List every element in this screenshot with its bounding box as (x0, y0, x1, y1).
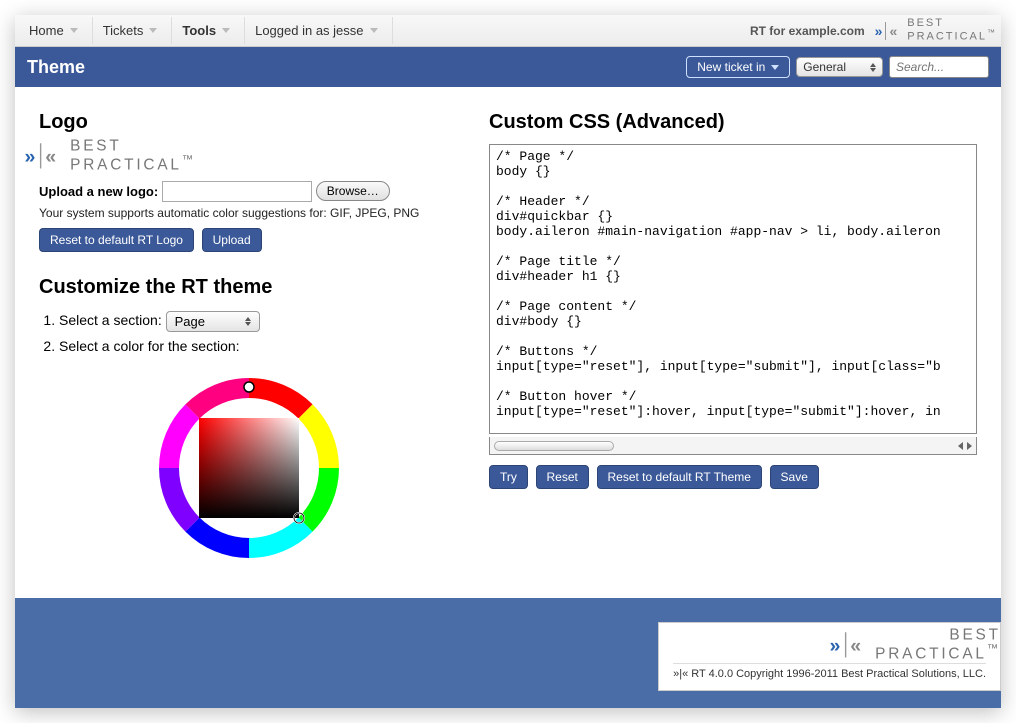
login-status-label: Logged in as jesse (255, 23, 363, 38)
upload-button[interactable]: Upload (202, 228, 262, 252)
css-buttons: Try Reset Reset to default RT Theme Save (489, 465, 977, 489)
separator-icon (40, 144, 41, 169)
queue-select[interactable]: General (796, 57, 883, 77)
page-title: Theme (27, 57, 686, 78)
page-header: Theme New ticket in General (15, 47, 1001, 87)
chevron-down-icon (222, 28, 230, 33)
trademark-icon: ™ (987, 28, 997, 37)
logo-heading: Logo (39, 111, 459, 134)
section-select-value: Page (175, 314, 205, 329)
brand-text-top: BEST (875, 628, 1001, 643)
chevron-right-icon: » (25, 145, 36, 167)
upload-row: Upload a new logo: Browse… (39, 181, 459, 202)
step-2-label: Select a color for the section: (59, 338, 240, 354)
separator-icon (844, 632, 845, 657)
queue-select-value: General (803, 60, 846, 74)
scroll-right-icon[interactable] (967, 442, 972, 450)
copyright-text: »|« RT 4.0.0 Copyright 1996-2011 Best Pr… (673, 663, 986, 680)
brand-logo: » « BEST PRACTICAL™ (875, 18, 997, 43)
css-heading: Custom CSS (Advanced) (489, 111, 977, 134)
right-column: Custom CSS (Advanced) Try Reset Reset to… (489, 107, 977, 568)
left-column: Logo » « BEST PRACTICAL™ Upload a new lo… (39, 107, 459, 568)
step-2: Select a color for the section: (59, 338, 459, 354)
brand-text-bottom: PRACTICAL (70, 157, 182, 174)
horizontal-scrollbar[interactable] (489, 437, 977, 455)
rt-for-label: RT for example.com (750, 24, 865, 38)
custom-css-textarea[interactable] (489, 144, 977, 434)
main-content: Logo » « BEST PRACTICAL™ Upload a new lo… (15, 87, 1001, 598)
chevron-down-icon (149, 28, 157, 33)
menu-tools-label: Tools (182, 23, 216, 38)
brand-text-bottom: PRACTICAL (907, 31, 987, 43)
menu-tools[interactable]: Tools (172, 17, 245, 44)
menu-tickets-label: Tickets (103, 23, 144, 38)
app-window: Home Tickets Tools Logged in as jesse RT… (15, 15, 1001, 708)
brand-text-top: BEST (70, 139, 196, 154)
chevron-left-icon: « (850, 634, 861, 656)
trademark-icon: ™ (182, 153, 196, 166)
brand-text-bottom: PRACTICAL (875, 645, 987, 662)
top-menubar: Home Tickets Tools Logged in as jesse RT… (15, 15, 1001, 47)
reset-logo-button[interactable]: Reset to default RT Logo (39, 228, 194, 252)
chevron-down-icon (70, 28, 78, 33)
footer-box: » « BEST PRACTICAL™ »|« RT 4.0.0 Copyrig… (658, 622, 1001, 692)
trademark-icon: ™ (986, 642, 1000, 655)
chevron-right-icon: » (875, 23, 883, 39)
updown-icon (245, 317, 251, 326)
menu-tickets[interactable]: Tickets (93, 17, 173, 44)
customize-steps: Select a section: Page Select a color fo… (39, 311, 459, 354)
separator-icon (885, 22, 886, 40)
menu-home[interactable]: Home (19, 17, 93, 44)
current-logo: » « BEST PRACTICAL™ (39, 144, 459, 169)
chevron-down-icon (771, 65, 779, 70)
upload-label: Upload a new logo: (39, 184, 158, 199)
section-select[interactable]: Page (166, 311, 260, 332)
chevron-down-icon (370, 28, 378, 33)
login-status[interactable]: Logged in as jesse (245, 17, 392, 44)
menu-home-label: Home (29, 23, 64, 38)
reset-theme-button[interactable]: Reset to default RT Theme (597, 465, 762, 489)
customize-heading: Customize the RT theme (39, 276, 459, 299)
step-1-label: Select a section: (59, 312, 162, 328)
new-ticket-label: New ticket in (697, 60, 765, 74)
browse-button[interactable]: Browse… (316, 181, 390, 201)
try-button[interactable]: Try (489, 465, 528, 489)
reset-button[interactable]: Reset (536, 465, 589, 489)
save-button[interactable]: Save (770, 465, 819, 489)
chevron-right-icon: » (829, 634, 840, 656)
new-ticket-button[interactable]: New ticket in (686, 56, 790, 78)
scroll-thumb[interactable] (494, 441, 614, 451)
support-note: Your system supports automatic color sug… (39, 206, 459, 220)
upload-file-field[interactable] (162, 181, 312, 202)
search-input[interactable] (889, 56, 989, 78)
hue-marker (244, 382, 254, 392)
footer: » « BEST PRACTICAL™ »|« RT 4.0.0 Copyrig… (15, 598, 1001, 708)
chevron-left-icon: « (889, 23, 897, 39)
footer-logo: » « BEST PRACTICAL™ (829, 628, 1000, 663)
step-1: Select a section: Page (59, 311, 459, 332)
updown-icon (870, 63, 876, 72)
chevron-left-icon: « (45, 145, 56, 167)
brand-text-top: BEST (907, 18, 997, 29)
scroll-left-icon[interactable] (958, 442, 963, 450)
color-picker[interactable] (39, 368, 459, 568)
